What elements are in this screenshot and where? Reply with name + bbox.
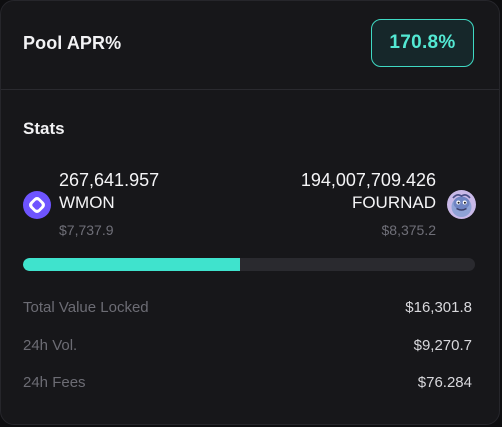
pool-apr-row: Pool APR% 170.8% [1, 1, 499, 90]
liquidity-ratio-bar [23, 258, 475, 271]
liquidity-ratio-fill [23, 258, 240, 271]
pool-apr-badge: 170.8% [371, 19, 474, 67]
fournad-token-icon [447, 190, 476, 219]
left-token-amount: 267,641.957 [59, 170, 160, 190]
wmon-token-icon [23, 191, 51, 219]
left-token-usd: $7,737.9 [59, 222, 114, 238]
fees-24h-value: $76.284 [417, 374, 472, 391]
right-token-usd: $8,375.2 [381, 222, 437, 238]
stats-title: Stats [23, 119, 65, 138]
volume-24h-value: $9,270.7 [413, 337, 472, 354]
right-token-amount: 194,007,709.426 [300, 170, 436, 190]
pool-apr-title: Pool APR% [23, 33, 122, 53]
fees-24h-label: 24h Fees [23, 374, 86, 391]
volume-24h-label: 24h Vol. [23, 337, 78, 354]
tvl-label: Total Value Locked [23, 299, 149, 316]
right-token-symbol: FOURNAD [351, 193, 436, 212]
left-token-symbol: WMON [59, 193, 115, 212]
pool-stats-card: Pool APR% 170.8% Stats 267,641.957 WMON … [0, 0, 500, 425]
tvl-value: $16,301.8 [405, 299, 472, 316]
